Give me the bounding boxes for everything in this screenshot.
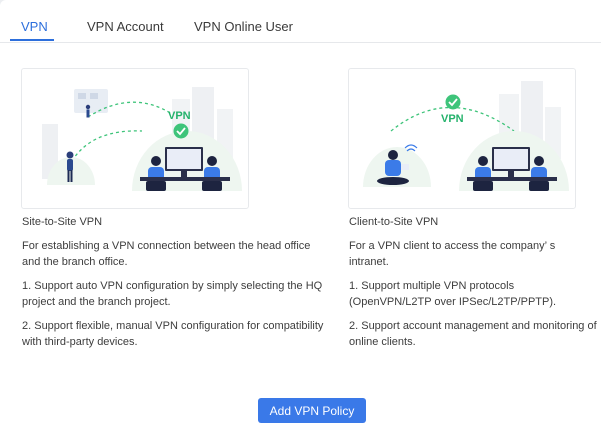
site-to-site-point-2: 2. Support flexible, manual VPN configur… <box>22 320 324 348</box>
site-to-site-description: For establishing a VPN connection betwee… <box>22 240 311 268</box>
site-vpn-badge: VPN <box>168 110 191 122</box>
site-to-site-point-1: 1. Support auto VPN configuration by sim… <box>22 280 323 308</box>
tab-vpn-account[interactable]: VPN Account <box>87 0 164 42</box>
client-to-site-title: Client-to-Site VPN <box>349 216 439 228</box>
client-to-site-section: Client-to-Site VPN For a VPN client to a… <box>349 214 597 358</box>
site-to-site-illustration: VPN <box>21 68 249 209</box>
client-to-site-description: For a VPN client to access the company’ … <box>349 240 556 268</box>
client-vpn-badge: VPN <box>441 113 464 125</box>
tab-vpn[interactable]: VPN <box>21 0 48 42</box>
client-to-site-illustration: VPN <box>348 68 576 209</box>
active-tab-indicator <box>10 39 54 41</box>
site-to-site-title: Site-to-Site VPN <box>22 216 103 228</box>
add-vpn-policy-button[interactable]: Add VPN Policy <box>258 398 366 423</box>
tab-vpn-online-user[interactable]: VPN Online User <box>194 0 293 42</box>
site-to-site-section: Site-to-Site VPN For establishing a VPN … <box>22 214 328 358</box>
site-to-site-image: VPN <box>42 87 242 191</box>
client-to-site-point-2: 2. Support account management and monito… <box>349 320 597 348</box>
client-to-site-point-1: 1. Support multiple VPN protocols (OpenV… <box>349 280 557 308</box>
vpn-panel: VPN VPN Account VPN Online User VPN VPN … <box>0 0 601 432</box>
client-to-site-image: VPN <box>363 81 569 191</box>
tab-bar: VPN VPN Account VPN Online User <box>0 0 601 43</box>
